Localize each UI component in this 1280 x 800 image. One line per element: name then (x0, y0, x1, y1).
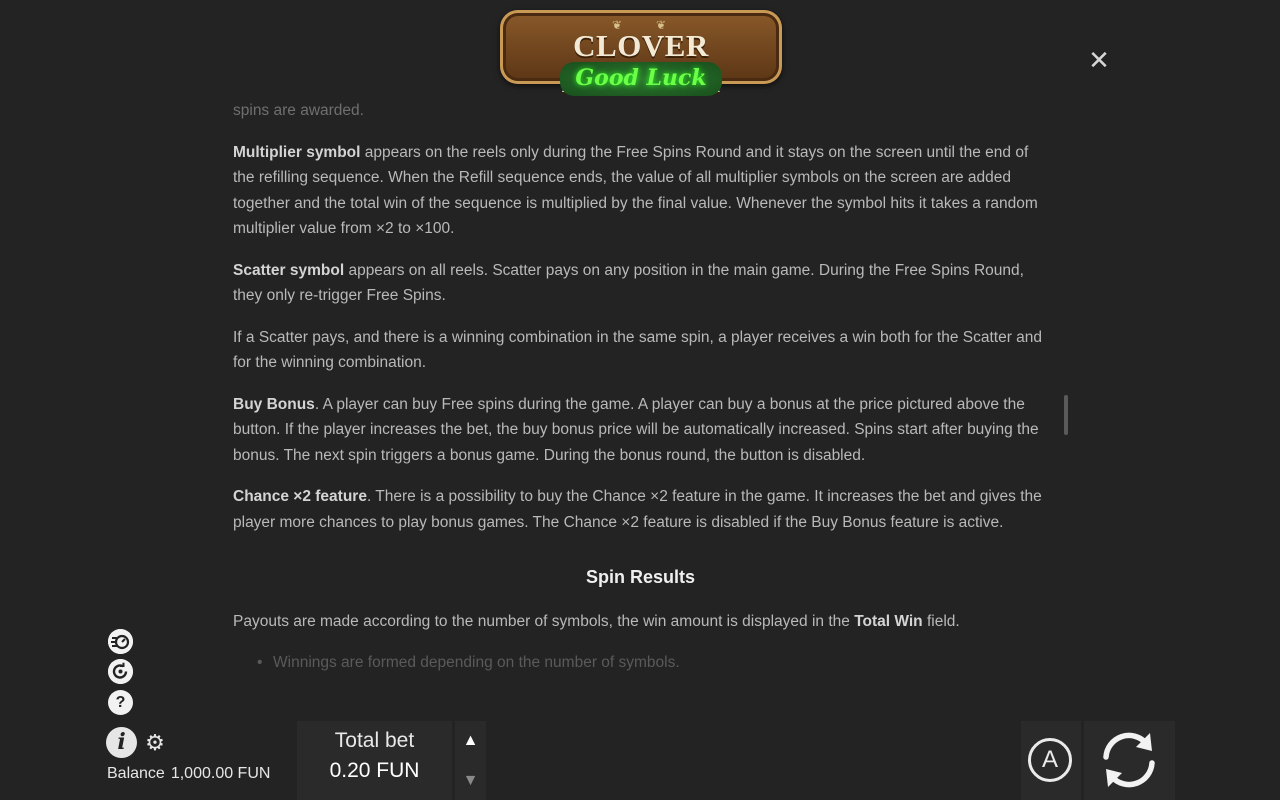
balance-value: 1,000.00 FUN (170, 765, 271, 782)
total-bet-label: Total bet (334, 729, 415, 752)
autoplay-icon: A (1028, 738, 1072, 782)
info-button[interactable]: i (106, 727, 137, 758)
balance-label: Balance (107, 765, 165, 782)
bet-decrease-button[interactable]: ▼ (455, 763, 486, 799)
buy-bonus-paragraph: Buy Bonus. A player can buy Free spins d… (233, 392, 1048, 469)
scrollbar-thumb[interactable] (1064, 395, 1068, 435)
info-icon: i (117, 729, 126, 755)
multiplier-title: Multiplier symbol (233, 143, 361, 161)
balance: Balance 1,000.00 FUN (107, 765, 270, 783)
section-title: Spin Results (585, 567, 696, 587)
logo-subtitle: Good Luck (560, 62, 722, 96)
turbo-icon (108, 629, 133, 654)
spin-button[interactable] (1084, 721, 1175, 800)
list-item: Winnings are formed depending on the num… (233, 650, 1048, 676)
gear-icon: ⚙ (145, 730, 165, 755)
arrow-down-icon: ▼ (462, 772, 479, 789)
close-icon: ✕ (1088, 45, 1110, 75)
faded-text: spins are awarded. (233, 102, 364, 119)
rules-content[interactable]: spins are awarded. Multiplier symbol app… (233, 96, 1048, 700)
total-bet-value: 0.20 FUN (329, 759, 420, 782)
payouts-text-after: field. (922, 612, 960, 630)
close-button[interactable]: ✕ (1086, 46, 1112, 74)
chance-paragraph: Chance ×2 feature. There is a possibilit… (233, 484, 1048, 535)
multiplier-paragraph: Multiplier symbol appears on the reels o… (233, 140, 1048, 242)
help-button[interactable]: ? (108, 690, 133, 715)
buy-bonus-title: Buy Bonus (233, 395, 315, 413)
scatter-title: Scatter symbol (233, 261, 345, 279)
payouts-paragraph: Payouts are made according to the number… (233, 609, 1048, 635)
settings-button[interactable]: ⚙ (143, 731, 167, 755)
scatter-text: appears on all reels. Scatter pays on an… (233, 261, 1024, 305)
chance-title: Chance ×2 feature (233, 488, 367, 505)
autoplay-button[interactable]: A (1021, 721, 1081, 800)
buy-bonus-text: . A player can buy Free spins during the… (233, 395, 1039, 464)
total-bet-panel: Total bet 0.20 FUN (297, 721, 452, 800)
bet-stepper: ▲ ▼ (455, 721, 486, 800)
game-logo: ❦ ❦ CLOVER BONANZA Good Luck (500, 6, 782, 99)
payouts-bold: Total Win (854, 612, 923, 630)
bet-increase-button[interactable]: ▲ (455, 723, 486, 759)
turbo-button[interactable] (108, 629, 133, 654)
scatter-paragraph: Scatter symbol appears on all reels. Sca… (233, 258, 1048, 309)
history-button[interactable] (108, 659, 133, 684)
autoplay-label: A (1041, 746, 1058, 773)
spin-icon (1103, 732, 1155, 788)
history-icon (108, 659, 133, 684)
arrow-up-icon: ▲ (462, 732, 479, 749)
scatter-pays-paragraph: If a Scatter pays, and there is a winnin… (233, 328, 1043, 372)
help-icon: ? (115, 694, 126, 711)
payouts-text-before: Payouts are made according to the number… (233, 612, 855, 630)
